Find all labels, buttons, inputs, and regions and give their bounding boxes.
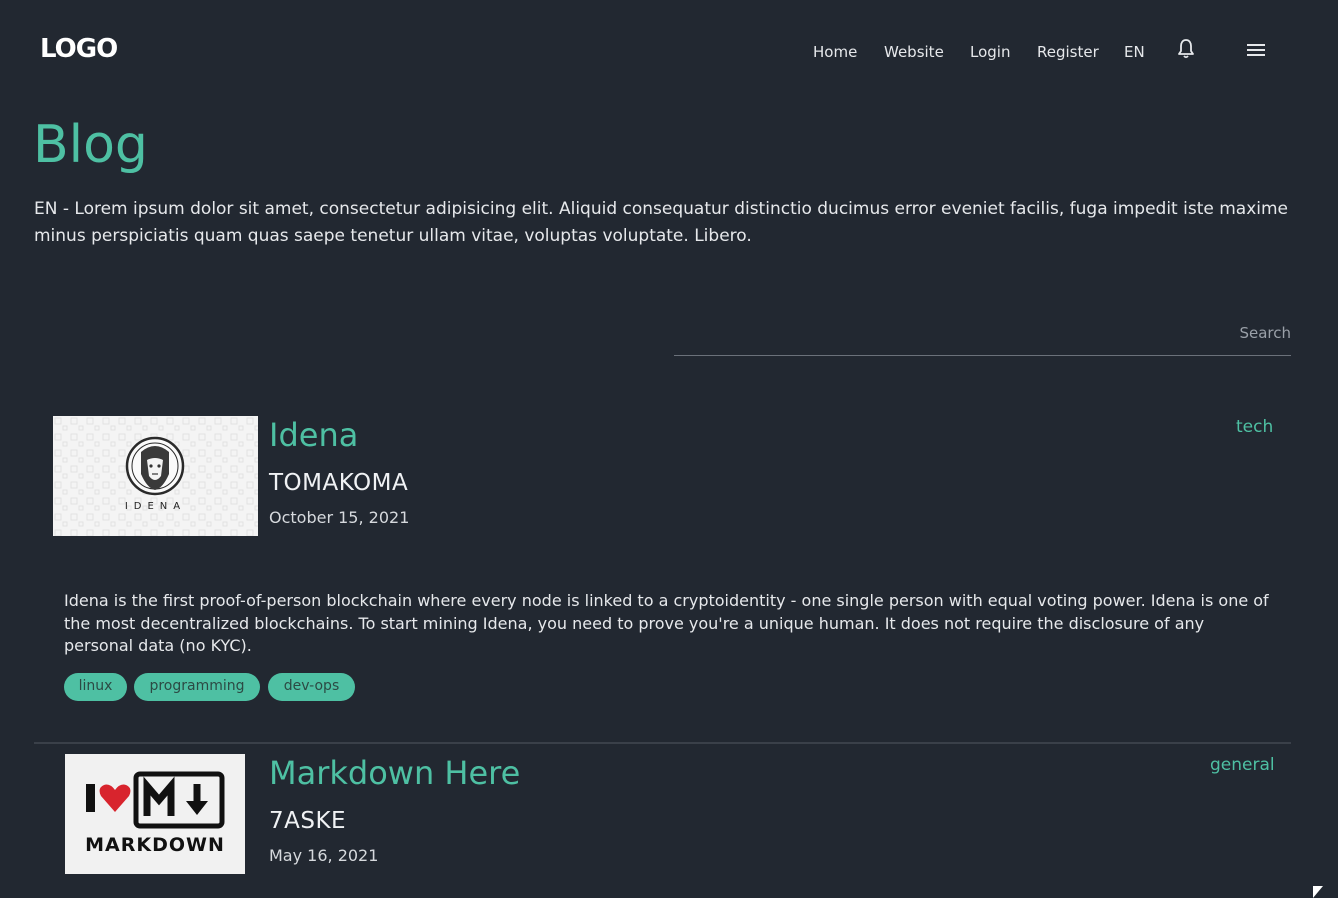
language-selector[interactable]: EN <box>1124 42 1145 62</box>
post-title[interactable]: Markdown Here <box>269 753 520 793</box>
post-date: October 15, 2021 <box>269 508 410 527</box>
search-field <box>674 316 1291 356</box>
post-summary: Idena is the first proof-of-person block… <box>64 591 1269 655</box>
tag-programming[interactable]: programming <box>134 673 260 701</box>
post-author: TOMAKOMA <box>269 470 409 496</box>
page-title: Blog <box>33 115 148 175</box>
bell-icon[interactable] <box>1176 38 1196 60</box>
page-intro: EN - Lorem ipsum dolor sit amet, consect… <box>34 199 1289 246</box>
thumbnail-text: IDENA <box>124 501 187 512</box>
post-title[interactable]: Idena <box>269 415 358 455</box>
post-divider <box>34 742 1291 744</box>
hamburger-menu-icon[interactable] <box>1247 44 1267 60</box>
nav-home-link[interactable]: Home <box>813 42 857 62</box>
post-author: 7ASKE <box>269 808 347 834</box>
site-logo[interactable]: LOGO <box>40 33 118 65</box>
post-category[interactable]: tech <box>1236 416 1273 438</box>
post-thumbnail-idena[interactable]: IDENA <box>53 416 258 536</box>
post-thumbnail-markdown[interactable]: MARKDOWN <box>65 754 245 874</box>
tag-linux[interactable]: linux <box>64 673 127 701</box>
nav-login-link[interactable]: Login <box>970 42 1010 62</box>
top-navbar: LOGO Home Website Login Register EN <box>0 0 1338 100</box>
thumbnail-text: MARKDOWN <box>85 834 225 856</box>
nav-register-link[interactable]: Register <box>1037 42 1099 62</box>
search-input[interactable] <box>674 316 1291 350</box>
tag-dev-ops[interactable]: dev-ops <box>268 673 355 701</box>
nav-website-link[interactable]: Website <box>884 42 944 62</box>
post-category[interactable]: general <box>1210 754 1275 776</box>
mouse-cursor-icon <box>1313 886 1323 898</box>
post-date: May 16, 2021 <box>269 846 379 865</box>
